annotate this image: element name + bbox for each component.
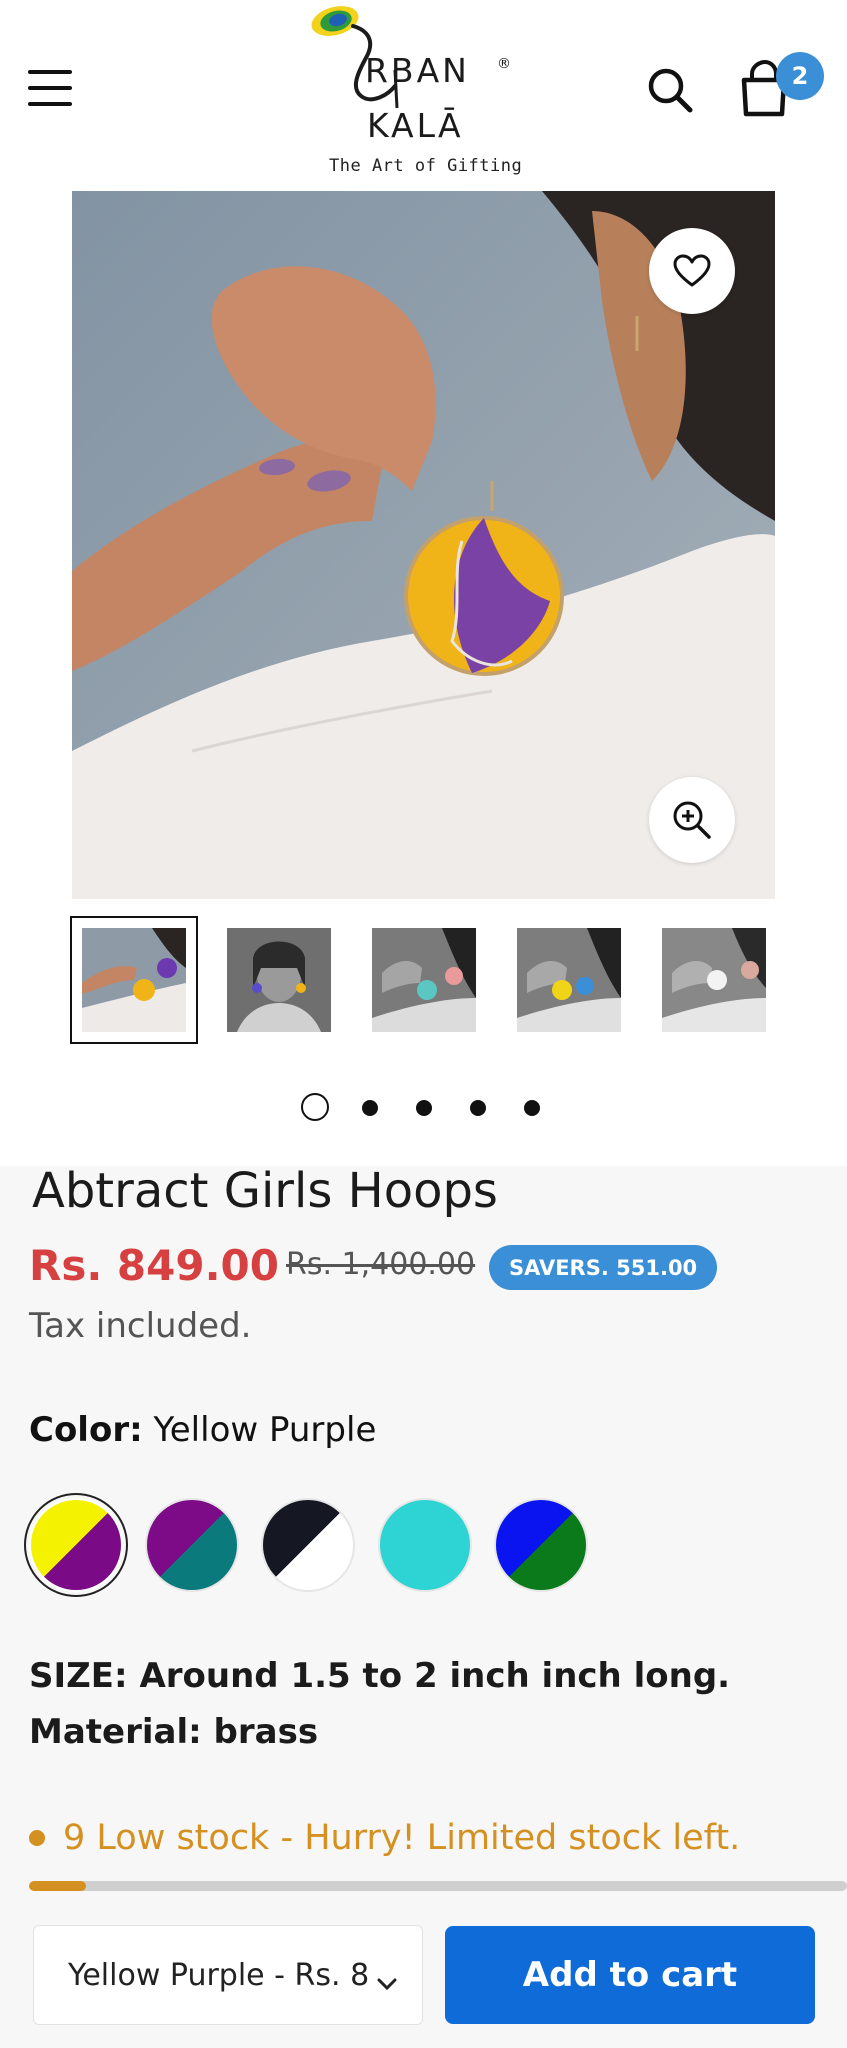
thumbnail-5[interactable] [662, 928, 766, 1032]
pagination-dot-1[interactable] [301, 1093, 329, 1121]
thumbnail-1[interactable] [70, 916, 198, 1044]
brand-logo[interactable]: RBAN ® KALĀ The Art of Gifting [305, 0, 535, 185]
stock-indicator-dot [29, 1830, 45, 1846]
color-option-label: Color: Yellow Purple [29, 1410, 376, 1450]
product-info-panel [0, 1166, 847, 2048]
sale-price: Rs. 849.00 [29, 1241, 279, 1290]
thumbnail-strip [70, 916, 775, 1054]
swatch-purple-teal[interactable] [145, 1498, 239, 1592]
swatch-black-white[interactable] [261, 1498, 355, 1592]
swatch-yellow-purple[interactable] [24, 1493, 128, 1597]
color-label-key: Color: [29, 1410, 143, 1450]
heart-icon[interactable] [649, 228, 735, 314]
product-title: Abtract Girls Hoops [32, 1163, 498, 1219]
swatch-turquoise[interactable] [378, 1498, 472, 1592]
stock-text: 9 Low stock - Hurry! Limited stock left. [63, 1818, 741, 1858]
stock-level-bar [29, 1881, 847, 1891]
pagination-dot-3[interactable] [416, 1100, 432, 1116]
pagination-dot-4[interactable] [470, 1100, 486, 1116]
thumbnail-4[interactable] [517, 928, 621, 1032]
logo-text-urban: RBAN [365, 51, 470, 90]
variant-select-value: Yellow Purple - Rs. 849.00 [68, 1957, 368, 1993]
zoom-in-icon[interactable] [649, 777, 735, 863]
search-icon[interactable] [644, 64, 696, 116]
site-header: RBAN ® KALĀ The Art of Gifting 2 [0, 0, 847, 186]
chevron-down-icon [376, 1964, 398, 1999]
swatch-blue-green[interactable] [494, 1498, 588, 1592]
stock-status: 9 Low stock - Hurry! Limited stock left. [29, 1818, 740, 1858]
add-to-cart-button[interactable]: Add to cart [445, 1926, 815, 2024]
tax-note: Tax included. [29, 1306, 252, 1346]
cart-count-badge[interactable]: 2 [776, 52, 824, 100]
color-selected-value: Yellow Purple [153, 1410, 377, 1450]
registered-mark: ® [497, 56, 511, 72]
logo-tagline: The Art of Gifting [329, 156, 523, 176]
menu-icon[interactable] [28, 70, 78, 112]
pagination-dot-2[interactable] [362, 1100, 378, 1116]
pagination-dot-5[interactable] [524, 1100, 540, 1116]
spec-material: Material: brass [29, 1712, 319, 1752]
spec-size: SIZE: Around 1.5 to 2 inch inch long. [29, 1656, 731, 1696]
compare-price: Rs. 1,400.00 [286, 1247, 476, 1282]
gallery-pagination [300, 1093, 560, 1121]
stock-level-fill [29, 1881, 87, 1891]
logo-text-kala: KALĀ [367, 106, 464, 145]
thumbnail-3[interactable] [372, 928, 476, 1032]
thumbnail-2[interactable] [227, 928, 331, 1032]
variant-select[interactable]: Yellow Purple - Rs. 849.00 [33, 1925, 423, 2025]
savings-badge: SAVERS. 551.00 [489, 1245, 718, 1290]
